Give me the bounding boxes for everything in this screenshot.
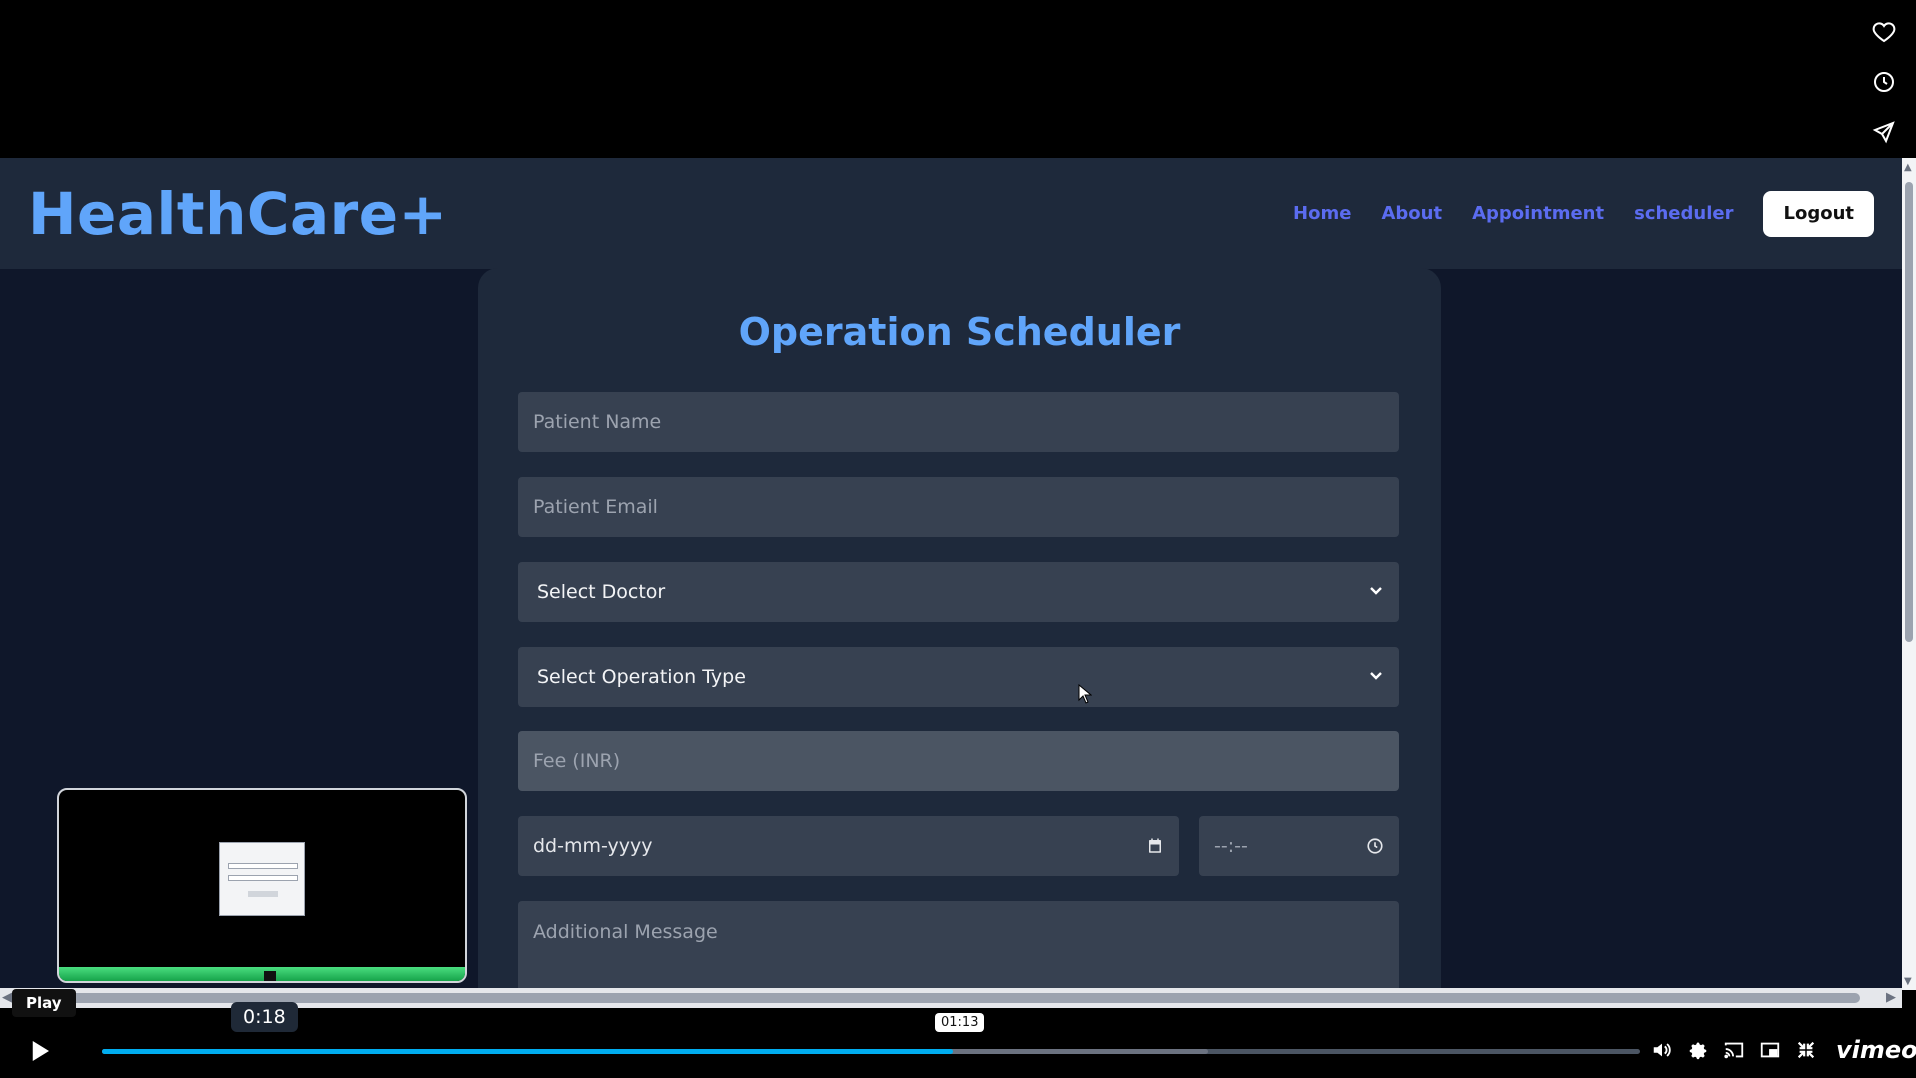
patient-email-placeholder: Patient Email [533, 496, 658, 518]
cast-icon [1724, 1042, 1744, 1059]
date-input[interactable]: dd-mm-yyyy [518, 816, 1179, 876]
vertical-scrollbar[interactable]: ▲ ▼ [1902, 158, 1916, 990]
time-input[interactable]: --:-- [1199, 816, 1399, 876]
share-button[interactable] [1870, 118, 1898, 146]
message-textarea[interactable]: Additional Message [518, 901, 1399, 990]
preview-thumbnail [57, 788, 467, 983]
settings-icon [1689, 1042, 1707, 1060]
fullscreen-button[interactable] [1794, 1038, 1818, 1062]
patient-email-input[interactable]: Patient Email [518, 477, 1399, 537]
cast-button[interactable] [1722, 1038, 1746, 1062]
control-icons: vimeo [1650, 1036, 1916, 1064]
logout-button[interactable]: Logout [1763, 190, 1874, 237]
vertical-scroll-thumb[interactable] [1905, 182, 1913, 642]
clock-icon [1874, 72, 1894, 92]
fee-input[interactable]: Fee (INR) [518, 731, 1399, 791]
heart-icon [1872, 22, 1896, 43]
date-placeholder: dd-mm-yyyy [533, 835, 653, 857]
send-icon [1872, 121, 1895, 144]
nav-about[interactable]: About [1381, 203, 1442, 224]
fee-placeholder: Fee (INR) [533, 750, 621, 772]
nav-links: Home About Appointment scheduler Logout [1293, 190, 1874, 237]
nav-scheduler[interactable]: scheduler [1634, 203, 1733, 224]
fullscreen-exit-icon [1797, 1041, 1815, 1059]
patient-name-placeholder: Patient Name [533, 411, 662, 433]
nav-appointment[interactable]: Appointment [1472, 203, 1604, 224]
current-time: 0:18 [231, 1002, 298, 1032]
vimeo-logo[interactable]: vimeo [1836, 1036, 1916, 1064]
pip-button[interactable] [1758, 1038, 1782, 1062]
nav-home[interactable]: Home [1293, 203, 1351, 224]
doctor-select-value: Select Doctor [537, 581, 666, 603]
scheduler-card: Operation Scheduler Patient Name Patient… [478, 268, 1441, 990]
watch-later-button[interactable] [1870, 68, 1898, 96]
thumbnail-login-card [219, 842, 305, 916]
thumbnail-marker [264, 971, 276, 981]
time-placeholder: --:-- [1214, 835, 1248, 857]
chevron-down-icon [1368, 666, 1384, 688]
play-icon [32, 1041, 49, 1061]
play-button[interactable] [24, 1036, 54, 1066]
volume-icon [1653, 1043, 1671, 1057]
play-tooltip: Play [12, 989, 76, 1017]
thumbnail-progress [59, 967, 465, 981]
mouse-cursor-icon [1078, 683, 1093, 708]
page-title: Operation Scheduler [738, 310, 1181, 354]
hover-time-tooltip: 01:13 [935, 1013, 985, 1032]
volume-button[interactable] [1650, 1038, 1674, 1062]
calendar-icon[interactable] [1146, 837, 1164, 855]
message-placeholder: Additional Message [533, 921, 718, 943]
operation-type-select[interactable]: Select Operation Type [518, 647, 1399, 707]
navbar: HealthCare+ Home About Appointment sched… [0, 158, 1902, 269]
patient-name-input[interactable]: Patient Name [518, 392, 1399, 452]
played-bar [102, 1049, 953, 1054]
video-player-screen: HealthCare+ Home About Appointment sched… [0, 0, 1916, 1078]
operation-select-value: Select Operation Type [537, 666, 746, 688]
settings-button[interactable] [1686, 1038, 1710, 1062]
pip-icon [1760, 1042, 1780, 1058]
like-button[interactable] [1870, 18, 1898, 46]
doctor-select[interactable]: Select Doctor [518, 562, 1399, 622]
chevron-down-icon [1368, 581, 1384, 603]
clock-icon[interactable] [1366, 837, 1384, 855]
brand-logo[interactable]: HealthCare+ [28, 180, 448, 248]
side-actions [1870, 18, 1898, 146]
progress-bar[interactable] [102, 1049, 1640, 1054]
